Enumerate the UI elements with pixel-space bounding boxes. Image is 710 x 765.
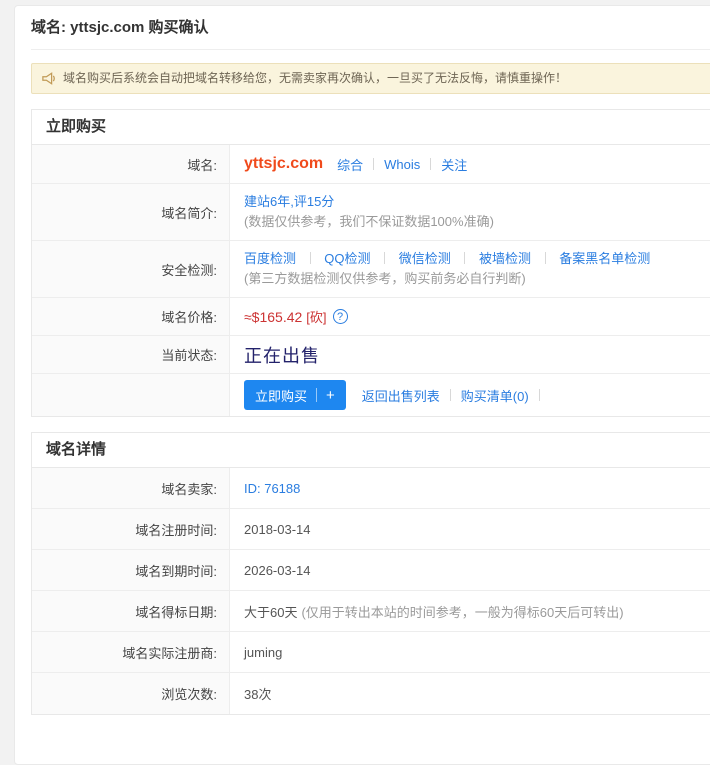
separator xyxy=(539,389,540,401)
button-divider xyxy=(316,388,317,402)
link-composite[interactable]: 综合 xyxy=(337,155,363,174)
back-to-list-link[interactable]: 返回出售列表 xyxy=(362,386,440,405)
title-divider xyxy=(31,49,710,50)
views-value: 38次 xyxy=(244,684,271,703)
link-gfw-check[interactable]: 被墙检测 xyxy=(479,251,531,266)
link-wechat-check[interactable]: 微信检测 xyxy=(399,251,451,266)
separator xyxy=(310,252,311,264)
domain-intro: 建站6年,评15分 xyxy=(244,192,710,212)
content-card: 域名: yttsjc.com 购买确认 域名购买后系统会自动把域名转移给您，无需… xyxy=(14,5,710,765)
link-whois[interactable]: Whois xyxy=(384,157,420,172)
security-row-label: 安全检测: xyxy=(32,241,230,297)
security-note: (第三方数据检测仅供参考，购买前务必自行判断) xyxy=(244,269,710,289)
bargain-link[interactable]: [砍] xyxy=(306,307,326,326)
actions-row-label xyxy=(32,374,230,416)
domain-name: yttsjc.com xyxy=(244,155,323,173)
separator xyxy=(373,158,374,170)
won-date-row: 域名得标日期: 大于60天 (仅用于转出本站的时间参考，一般为得标60天后可转出… xyxy=(32,591,710,632)
link-baidu-check[interactable]: 百度检测 xyxy=(244,251,296,266)
separator xyxy=(450,389,451,401)
link-qq-check[interactable]: QQ检测 xyxy=(324,251,370,266)
security-row: 安全检测: 百度检测 QQ检测 微信检测 被墙检测 备案黑名单检测 (第三方数据… xyxy=(32,241,710,298)
seller-label: 域名卖家: xyxy=(32,468,230,508)
actions-row: 立即购买 + 返回出售列表 购买清单(0) xyxy=(32,374,710,416)
help-icon[interactable]: ? xyxy=(333,309,348,324)
buy-now-button[interactable]: 立即购买 + xyxy=(244,380,346,410)
seller-id-link[interactable]: ID: 76188 xyxy=(244,481,300,496)
registered-date-label: 域名注册时间: xyxy=(32,509,230,549)
domain-price: ≈$165.42 xyxy=(244,309,302,325)
separator xyxy=(384,252,385,264)
price-row-label: 域名价格: xyxy=(32,298,230,335)
won-date-label: 域名得标日期: xyxy=(32,591,230,631)
intro-row-label: 域名简介: xyxy=(32,184,230,240)
detail-panel-heading: 域名详情 xyxy=(32,433,710,468)
price-row: 域名价格: ≈$165.42 [砍] ? xyxy=(32,298,710,336)
intro-note: (数据仅供参考，我们不保证数据100%准确) xyxy=(244,212,710,232)
views-label: 浏览次数: xyxy=(32,673,230,714)
page-title: 域名: yttsjc.com 购买确认 xyxy=(31,6,710,39)
expiry-date-value: 2026-03-14 xyxy=(244,563,311,578)
registrar-label: 域名实际注册商: xyxy=(32,632,230,672)
announcement-icon xyxy=(42,72,56,85)
registrar-value: juming xyxy=(244,645,282,660)
registrar-row: 域名实际注册商: juming xyxy=(32,632,710,673)
registered-date-value: 2018-03-14 xyxy=(244,522,311,537)
expiry-date-row: 域名到期时间: 2026-03-14 xyxy=(32,550,710,591)
intro-row: 域名简介: 建站6年,评15分 (数据仅供参考，我们不保证数据100%准确) xyxy=(32,184,710,241)
link-icp-blacklist-check[interactable]: 备案黑名单检测 xyxy=(559,251,650,266)
status-row: 当前状态: 正在出售 xyxy=(32,336,710,374)
status-row-label: 当前状态: xyxy=(32,336,230,373)
detail-panel: 域名详情 域名卖家: ID: 76188 域名注册时间: 2018-03-14 … xyxy=(31,432,710,715)
separator xyxy=(545,252,546,264)
domain-row-label: 域名: xyxy=(32,145,230,183)
status-value: 正在出售 xyxy=(244,342,320,368)
registered-date-row: 域名注册时间: 2018-03-14 xyxy=(32,509,710,550)
separator xyxy=(464,252,465,264)
buy-panel-heading: 立即购买 xyxy=(32,110,710,145)
plus-icon[interactable]: + xyxy=(326,387,335,404)
purchase-cart-link[interactable]: 购买清单(0) xyxy=(461,386,529,405)
buy-panel: 立即购买 域名: yttsjc.com 综合 Whois 关注 域名简介: 建站… xyxy=(31,109,710,417)
seller-row: 域名卖家: ID: 76188 xyxy=(32,468,710,509)
buy-now-label: 立即购买 xyxy=(255,386,307,405)
views-row: 浏览次数: 38次 xyxy=(32,673,710,714)
won-date-note: (仅用于转出本站的时间参考，一般为得标60天后可转出) xyxy=(301,602,623,621)
separator xyxy=(430,158,431,170)
notice-text: 域名购买后系统会自动把域名转移给您，无需卖家再次确认，一旦买了无法反悔，请慎重操… xyxy=(63,64,567,93)
domain-row: 域名: yttsjc.com 综合 Whois 关注 xyxy=(32,145,710,184)
link-follow[interactable]: 关注 xyxy=(441,155,467,174)
expiry-date-label: 域名到期时间: xyxy=(32,550,230,590)
won-date-value: 大于60天 xyxy=(244,602,297,621)
notice-bar: 域名购买后系统会自动把域名转移给您，无需卖家再次确认，一旦买了无法反悔，请慎重操… xyxy=(31,63,710,94)
